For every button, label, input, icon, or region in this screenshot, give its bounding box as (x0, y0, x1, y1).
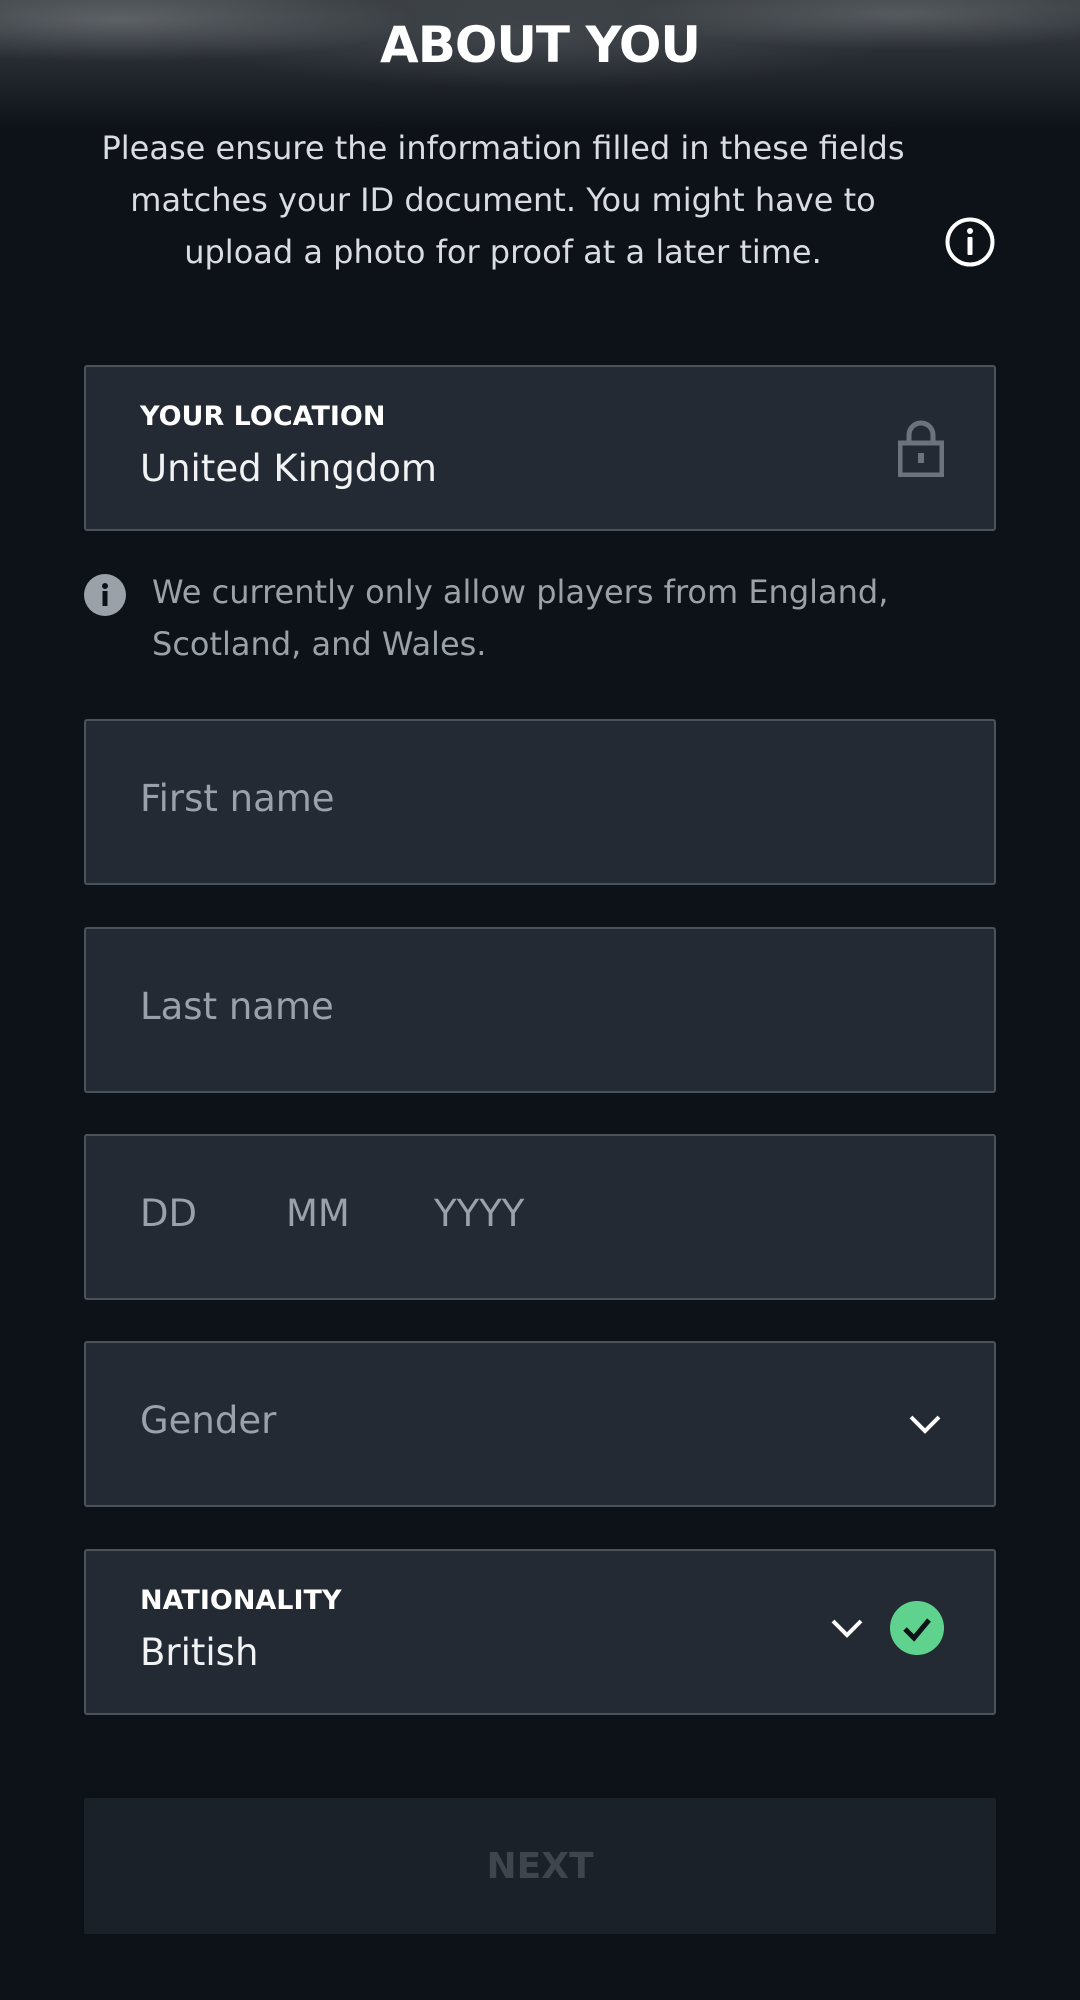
last-name-field[interactable]: Last name (84, 927, 996, 1093)
check-circle-icon (890, 1601, 944, 1655)
location-field: YOUR LOCATION United Kingdom (84, 365, 996, 531)
gender-placeholder: Gender (140, 1399, 277, 1442)
nationality-label: NATIONALITY (140, 1585, 342, 1616)
date-of-birth-field: DD MM YYYY (84, 1134, 996, 1300)
lock-icon (898, 420, 944, 477)
nationality-select[interactable]: NATIONALITY British (84, 1549, 996, 1715)
info-filled-icon (84, 574, 126, 616)
notice-text: We currently only allow players from Eng… (152, 573, 889, 663)
nationality-value: British (140, 1631, 259, 1674)
last-name-placeholder[interactable]: Last name (140, 985, 334, 1028)
next-button[interactable]: NEXT (84, 1798, 996, 1934)
chevron-down-icon[interactable] (908, 1413, 942, 1435)
dob-year-input[interactable]: YYYY (434, 1192, 524, 1235)
info-circle-icon[interactable] (944, 216, 996, 268)
gender-select[interactable]: Gender (84, 1341, 996, 1507)
dob-day-input[interactable]: DD (140, 1192, 197, 1235)
location-label: YOUR LOCATION (140, 401, 386, 432)
page-title: ABOUT YOU (380, 16, 701, 74)
first-name-placeholder[interactable]: First name (140, 777, 335, 820)
first-name-field[interactable]: First name (84, 719, 996, 885)
location-value: United Kingdom (140, 447, 437, 490)
dob-month-input[interactable]: MM (286, 1192, 350, 1235)
chevron-down-icon[interactable] (830, 1617, 864, 1639)
intro-text: Please ensure the information filled in … (101, 129, 905, 271)
